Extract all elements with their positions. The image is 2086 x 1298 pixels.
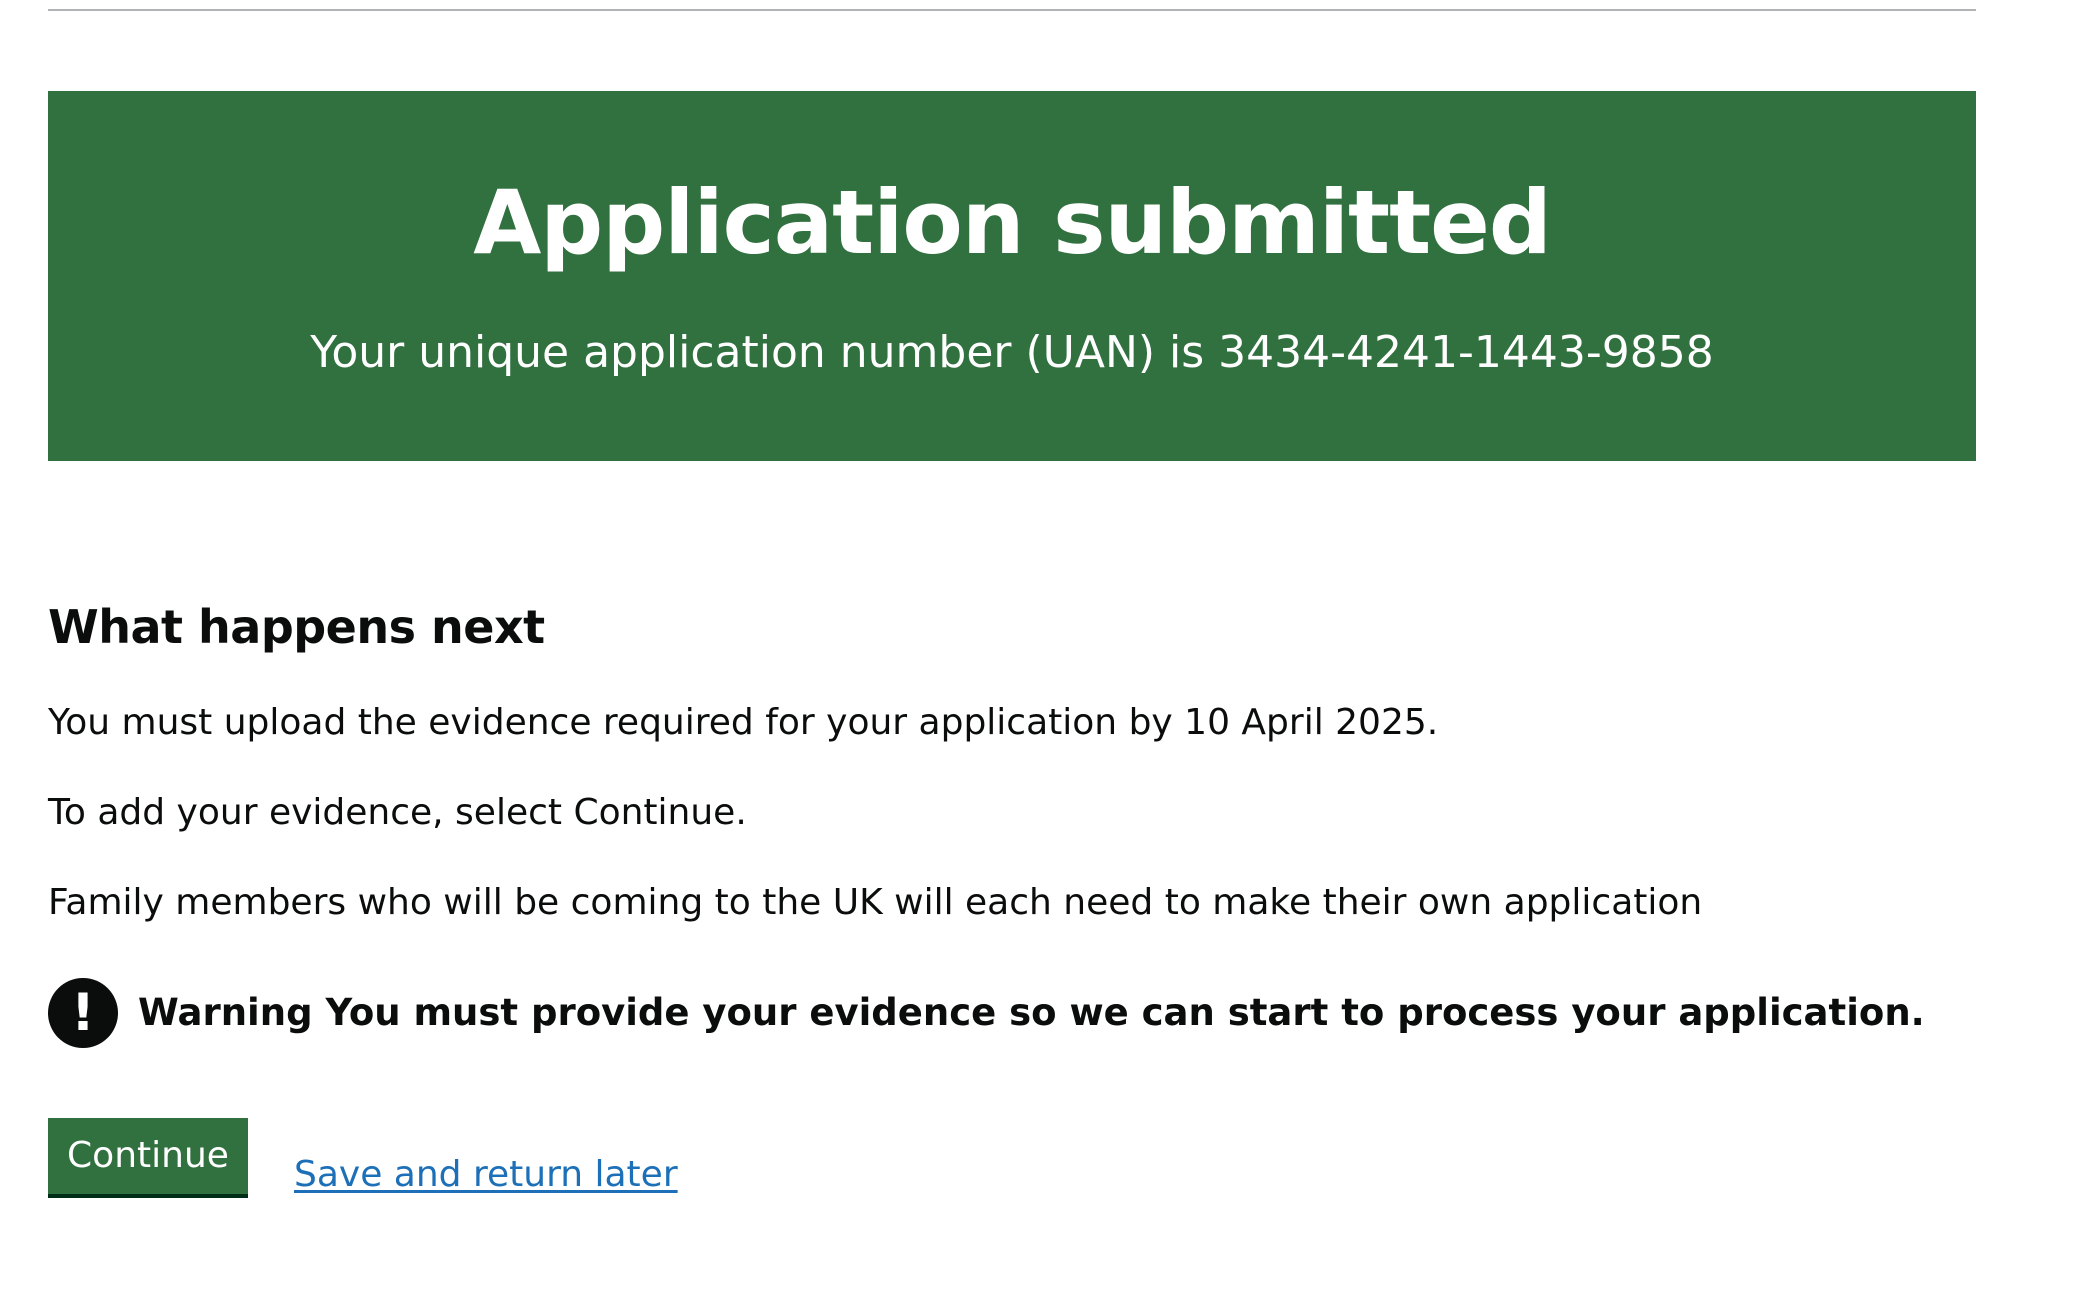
family-members-text: Family members who will be coming to the… (48, 882, 1703, 923)
exclamation-icon: ! (48, 978, 118, 1048)
confirmation-panel: Application submitted Your unique applic… (48, 91, 1976, 461)
warning-text-block: ! Warning You must provide your evidence… (48, 977, 1925, 1049)
what-happens-next-heading: What happens next (48, 600, 545, 654)
add-evidence-text: To add your evidence, select Continue. (48, 792, 747, 833)
application-number: Your unique application number (UAN) is … (310, 327, 1714, 378)
top-divider (48, 9, 1976, 11)
panel-title: Application submitted (473, 171, 1552, 274)
continue-button[interactable]: Continue (48, 1118, 248, 1194)
warning-message: Warning You must provide your evidence s… (138, 990, 1925, 1036)
warning-body: You must provide your evidence so we can… (325, 991, 1925, 1034)
upload-deadline-text: You must upload the evidence required fo… (48, 702, 1439, 743)
save-and-return-later-link[interactable]: Save and return later (294, 1152, 678, 1198)
warning-label: Warning (138, 991, 313, 1034)
